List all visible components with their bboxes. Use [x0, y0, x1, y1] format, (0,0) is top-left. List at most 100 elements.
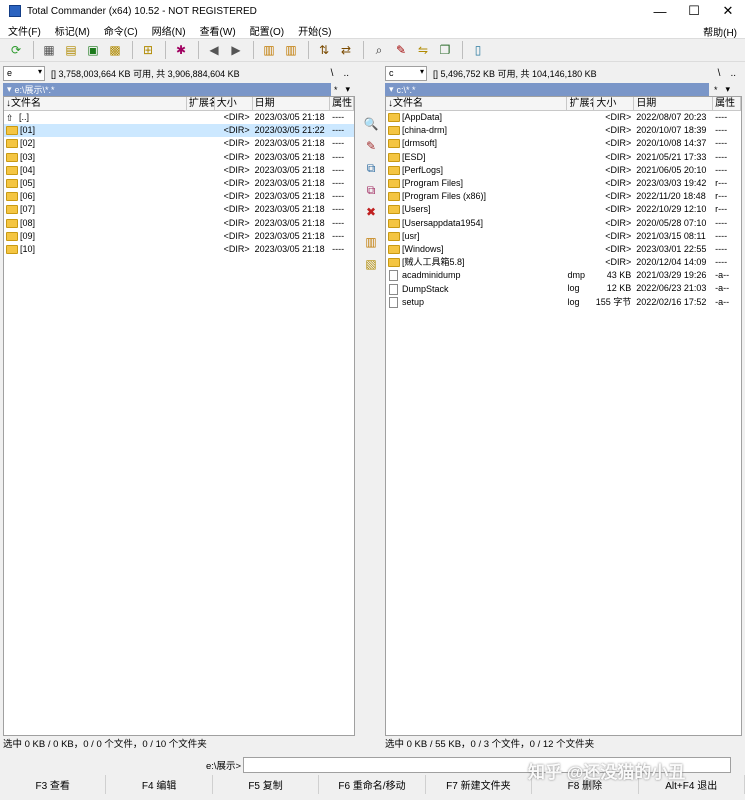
table-row[interactable]: [Users] <DIR> 2022/10/29 12:10 r---	[386, 203, 741, 216]
f7-new-folder-button[interactable]: F7 新建文件夹	[426, 775, 533, 794]
right-drive-select[interactable]: c ▾	[385, 65, 427, 81]
root-dir-button[interactable]: \	[718, 68, 721, 79]
tree-view-icon[interactable]: ▩	[105, 41, 125, 59]
history-star-button[interactable]: *	[714, 85, 718, 95]
left-path-bar[interactable]: ▾ e:\展示\*.*	[3, 83, 331, 96]
menu-help[interactable]: 帮助(H)	[703, 24, 737, 39]
back-arrow-icon[interactable]: ◀	[204, 41, 224, 59]
header-ext[interactable]: 扩展名	[567, 97, 595, 110]
folder-icon	[6, 205, 18, 215]
multi-rename-icon[interactable]: ✎	[391, 41, 411, 59]
minimize-button[interactable]: —	[643, 0, 677, 22]
table-row[interactable]: ⇧ [..] <DIR> 2023/03/05 21:18 ----	[4, 111, 354, 124]
menu-start[interactable]: 开始(S)	[298, 23, 331, 38]
table-row[interactable]: [Windows] <DIR> 2023/03/01 22:55 ----	[386, 243, 741, 256]
right-file-panel[interactable]: ↓文件名 扩展名 大小 日期 属性 [AppData] <DIR> 2022/0…	[385, 96, 742, 736]
table-row[interactable]: [09] <DIR> 2023/03/05 21:18 ----	[4, 230, 354, 243]
menu-configuration[interactable]: 配置(O)	[250, 23, 284, 38]
unpack-files-icon[interactable]: ▥	[281, 41, 301, 59]
history-dropdown-button[interactable]: ▾	[346, 84, 351, 95]
root-dir-button[interactable]: \	[331, 68, 334, 79]
copy-names-icon[interactable]: ❐	[435, 41, 455, 59]
new-folder-icon[interactable]: ▧	[363, 256, 379, 272]
f5-copy-button[interactable]: F5 复制	[213, 775, 320, 794]
table-row[interactable]: [drmsoft] <DIR> 2020/10/08 14:37 ----	[386, 137, 741, 150]
table-row[interactable]: [china-drm] <DIR> 2020/10/07 18:39 ----	[386, 124, 741, 137]
table-row[interactable]: [02] <DIR> 2023/03/05 21:18 ----	[4, 137, 354, 150]
header-size[interactable]: 大小	[215, 97, 253, 110]
move-file-icon[interactable]: ⧉	[363, 182, 379, 198]
sync-dirs-icon[interactable]: ⇋	[413, 41, 433, 59]
table-row[interactable]: [01] <DIR> 2023/03/05 21:22 ----	[4, 124, 354, 138]
header-name[interactable]: ↓ 文件名	[386, 97, 568, 110]
pack-files-icon[interactable]: ▥	[259, 41, 279, 59]
table-row[interactable]: [PerfLogs] <DIR> 2021/06/05 20:10 ----	[386, 164, 741, 177]
table-row[interactable]: [03] <DIR> 2023/03/05 21:18 ----	[4, 151, 354, 164]
table-row[interactable]: [ESD] <DIR> 2021/05/21 17:33 ----	[386, 151, 741, 164]
menu-file[interactable]: 文件(F)	[8, 23, 41, 38]
header-name[interactable]: ↓ 文件名	[4, 97, 187, 110]
table-row[interactable]: [05] <DIR> 2023/03/05 21:18 ----	[4, 177, 354, 190]
maximize-button[interactable]: ☐	[677, 0, 711, 22]
table-row[interactable]: DumpStack log 12 KB 2022/06/23 21:03 -a-…	[386, 282, 741, 295]
table-row[interactable]: [Usersappdata1954] <DIR> 2020/05/28 07:1…	[386, 217, 741, 230]
forward-arrow-icon[interactable]: ▶	[226, 41, 246, 59]
ftp-connect-icon[interactable]: ⇅	[314, 41, 334, 59]
left-drive-select[interactable]: e ▾	[3, 65, 45, 81]
invert-selection-icon[interactable]: ⊞	[138, 41, 158, 59]
notepad-icon[interactable]: ▯	[468, 41, 488, 59]
pack-icon[interactable]: ▥	[363, 234, 379, 250]
left-file-panel[interactable]: ↓文件名 扩展名 大小 日期 属性 ⇧[..] <DIR> 2023/03/05…	[3, 96, 355, 736]
table-row[interactable]: setup log 155 字节 2022/02/16 17:52 -a--	[386, 296, 741, 309]
left-drive-bar: e ▾ [] 3,758,003,664 KB 可用, 共 3,906,884,…	[3, 65, 355, 81]
folder-icon	[388, 139, 400, 149]
view-file-icon[interactable]: 🔍	[363, 116, 379, 132]
search-binoculars-icon[interactable]: ⌕	[369, 41, 389, 59]
parent-dir-button[interactable]: ..	[730, 68, 736, 79]
thumbnail-view-icon[interactable]: ▣	[83, 41, 103, 59]
f6-move-button[interactable]: F6 重命名/移动	[319, 775, 426, 794]
f4-edit-button[interactable]: F4 编辑	[106, 775, 213, 794]
menu-net[interactable]: 网络(N)	[152, 23, 186, 38]
menu-mark[interactable]: 标记(M)	[55, 23, 90, 38]
table-row[interactable]: [04] <DIR> 2023/03/05 21:18 ----	[4, 164, 354, 177]
history-dropdown-button[interactable]: ▾	[726, 84, 731, 95]
header-ext[interactable]: 扩展名	[187, 97, 215, 110]
header-attr[interactable]: 属性	[713, 97, 741, 110]
table-row[interactable]: [usr] <DIR> 2021/03/15 08:11 ----	[386, 230, 741, 243]
table-row[interactable]: [Program Files] <DIR> 2023/03/03 19:42 r…	[386, 177, 741, 190]
table-row[interactable]: [06] <DIR> 2023/03/05 21:18 ----	[4, 190, 354, 203]
full-view-icon[interactable]: ▤	[61, 41, 81, 59]
menu-commands[interactable]: 命令(C)	[104, 23, 138, 38]
parent-dir-button[interactable]: ..	[343, 68, 349, 79]
table-row[interactable]: [AppData] <DIR> 2022/08/07 20:23 ----	[386, 111, 741, 124]
copy-file-icon[interactable]: ⧉	[363, 160, 379, 176]
refresh-icon[interactable]: ⟳	[6, 41, 26, 59]
menu-show[interactable]: 查看(W)	[200, 23, 236, 38]
toolbar-separator	[253, 41, 254, 59]
edit-file-icon[interactable]: ✎	[363, 138, 379, 154]
header-date[interactable]: 日期	[253, 97, 331, 110]
header-attr[interactable]: 属性	[330, 97, 354, 110]
brief-view-icon[interactable]: ▦	[39, 41, 59, 59]
delete-file-icon[interactable]: ✖	[363, 204, 379, 220]
app-icon	[9, 5, 21, 17]
f3-view-button[interactable]: F3 查看	[0, 775, 107, 794]
header-size[interactable]: 大小	[594, 97, 635, 110]
table-row[interactable]: acadminidump dmp 43 KB 2021/03/29 19:26 …	[386, 269, 741, 282]
folder-icon	[388, 126, 400, 136]
column-header: ↓文件名 扩展名 大小 日期 属性	[386, 97, 741, 111]
right-path-bar[interactable]: ▾ c:\*.*	[385, 83, 709, 96]
close-button[interactable]: ✕	[711, 0, 745, 22]
table-row[interactable]: [10] <DIR> 2023/03/05 21:18 ----	[4, 243, 354, 256]
folder-icon	[388, 258, 400, 268]
table-row[interactable]: [07] <DIR> 2023/03/05 21:18 ----	[4, 203, 354, 216]
table-row[interactable]: [08] <DIR> 2023/03/05 21:18 ----	[4, 217, 354, 230]
table-row[interactable]: [Program Files (x86)] <DIR> 2022/11/20 1…	[386, 190, 741, 203]
watermark: 知乎 @还没猫的小丑	[528, 763, 686, 782]
history-star-button[interactable]: *	[334, 85, 338, 95]
unselect-icon[interactable]: ✱	[171, 41, 191, 59]
table-row[interactable]: [贼人工具箱5.8] <DIR> 2020/12/04 14:09 ----	[386, 256, 741, 269]
url-connect-icon[interactable]: ⇄	[336, 41, 356, 59]
header-date[interactable]: 日期	[634, 97, 714, 110]
